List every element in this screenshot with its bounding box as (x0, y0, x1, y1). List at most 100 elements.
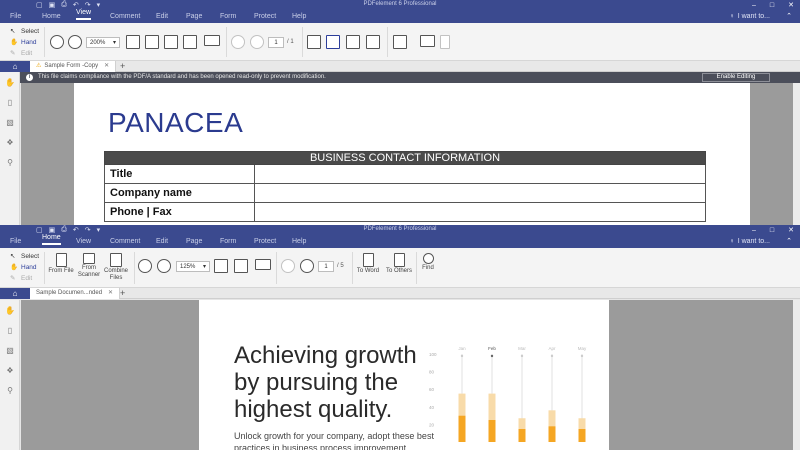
document-tab[interactable]: Sample Documen...nded ✕ (30, 288, 121, 299)
maximize-icon[interactable]: □ (770, 227, 774, 234)
next-page-button[interactable] (300, 259, 314, 273)
combine-files-button[interactable]: Combine Files (104, 253, 128, 282)
collapse-ribbon-icon[interactable]: ⌃ (786, 237, 792, 245)
menu-page[interactable]: Page (186, 238, 202, 248)
page-number-input[interactable]: 1 (268, 37, 284, 48)
menu-form[interactable]: Form (220, 13, 236, 23)
bookmark-panel-icon[interactable]: ▯ (0, 92, 20, 112)
zoom-in-icon (68, 35, 82, 49)
search-panel-icon[interactable]: ⚲ (0, 152, 20, 172)
edit-mode[interactable]: ✎ Edit (10, 273, 39, 283)
collapse-ribbon-icon[interactable]: ⌃ (786, 12, 792, 20)
convert-icon (393, 253, 405, 267)
select-mode[interactable]: ↖ Select (10, 251, 39, 261)
close-tab-icon[interactable]: ✕ (108, 290, 113, 296)
close-icon[interactable]: ✕ (788, 226, 794, 234)
vertical-scrollbar[interactable] (793, 300, 800, 450)
hand-mode[interactable]: ✋ Hand (10, 37, 39, 47)
search-hint[interactable]: I want to... (729, 238, 770, 245)
enable-editing-button[interactable]: Enable Editing (702, 73, 770, 82)
attachment-panel-icon[interactable]: ❖ (0, 360, 20, 380)
menu-help[interactable]: Help (292, 13, 306, 23)
search-hint[interactable]: I want to... (729, 13, 770, 20)
fit-width-button[interactable] (214, 259, 228, 273)
from-file-button[interactable]: From File (48, 253, 74, 275)
bookmark-button[interactable] (440, 35, 450, 49)
close-tab-icon[interactable]: ✕ (104, 63, 109, 69)
form-field[interactable] (254, 183, 706, 203)
new-tab-button[interactable]: + (120, 61, 125, 72)
close-icon[interactable]: ✕ (788, 1, 794, 9)
menu-comment[interactable]: Comment (110, 238, 140, 248)
edit-mode[interactable]: ✎ Edit (10, 48, 39, 58)
zoom-in-button[interactable] (68, 35, 82, 49)
bar-segment (548, 410, 556, 427)
fit-width-button[interactable] (164, 35, 178, 49)
search-panel-icon[interactable]: ⚲ (0, 380, 20, 400)
hand-mode[interactable]: ✋ Hand (10, 262, 39, 272)
menu-help[interactable]: Help (292, 238, 306, 248)
row-label: Phone | Fax (104, 202, 255, 222)
menu-file[interactable]: File (10, 13, 21, 23)
zoom-out-icon (138, 259, 152, 273)
vertical-scrollbar[interactable] (793, 83, 800, 225)
form-field[interactable] (254, 202, 706, 222)
attachment-panel-icon[interactable]: ❖ (0, 132, 20, 152)
bookmark-panel-icon[interactable]: ▯ (0, 320, 20, 340)
snapshot-button[interactable] (420, 35, 435, 47)
previous-page-button[interactable] (231, 35, 245, 49)
new-tab-button[interactable]: + (120, 288, 125, 299)
form-field[interactable] (254, 164, 706, 184)
select-tool-button[interactable] (234, 259, 248, 273)
full-screen-button[interactable] (204, 35, 220, 46)
previous-page-button[interactable] (281, 259, 295, 273)
scrolling-button[interactable] (326, 35, 340, 49)
comment-panel-icon[interactable]: ▧ (0, 112, 20, 132)
minimize-icon[interactable]: – (752, 2, 756, 9)
maximize-icon[interactable]: □ (770, 2, 774, 9)
actual-size-button[interactable] (126, 35, 140, 49)
document-canvas[interactable]: PANACEA BUSINESS CONTACT INFORMATION Tit… (21, 83, 800, 225)
to-others-button[interactable]: To Others (384, 253, 414, 275)
home-tab[interactable]: ⌂ (0, 61, 30, 72)
zoom-out-button[interactable] (50, 35, 64, 49)
comment-panel-icon[interactable]: ▧ (0, 340, 20, 360)
find-button[interactable]: Find (418, 253, 438, 272)
zoom-select[interactable]: 125% ▾ (176, 261, 210, 272)
next-page-button[interactable] (250, 35, 264, 49)
document-canvas[interactable]: Achieving growth by pursuing the highest… (21, 300, 800, 450)
fit-page-icon (145, 35, 159, 49)
menu-page[interactable]: Page (186, 13, 202, 23)
menu-home[interactable]: Home (42, 234, 61, 248)
menu-protect[interactable]: Protect (254, 238, 276, 248)
single-page-button[interactable] (307, 35, 321, 49)
select-mode[interactable]: ↖ Select (10, 26, 39, 36)
two-page-button[interactable] (346, 35, 360, 49)
zoom-in-button[interactable] (157, 259, 171, 273)
menu-edit[interactable]: Edit (156, 13, 168, 23)
minimize-icon[interactable]: – (752, 227, 756, 234)
menu-file[interactable]: File (10, 238, 21, 248)
hand-panel-icon[interactable]: ✋ (0, 300, 20, 320)
menu-view[interactable]: View (76, 9, 91, 23)
fit-page-button[interactable] (145, 35, 159, 49)
home-tab[interactable]: ⌂ (0, 288, 30, 299)
menu-protect[interactable]: Protect (254, 13, 276, 23)
to-word-button[interactable]: To Word (355, 253, 381, 275)
menu-comment[interactable]: Comment (110, 13, 140, 23)
page-number-input[interactable]: 1 (318, 261, 334, 272)
hand-panel-icon[interactable]: ✋ (0, 72, 20, 92)
full-screen-button[interactable] (255, 259, 271, 270)
menu-form[interactable]: Form (220, 238, 236, 248)
document-tab[interactable]: ⚠ Sample Form -Copy ✕ (30, 61, 117, 72)
from-scanner-button[interactable]: From Scanner (78, 253, 100, 279)
menu-edit[interactable]: Edit (156, 238, 168, 248)
fit-visible-button[interactable] (183, 35, 197, 49)
layout-button[interactable] (393, 35, 407, 49)
split-view-button[interactable] (366, 35, 380, 49)
menu-home[interactable]: Home (42, 13, 61, 23)
zoom-out-button[interactable] (138, 259, 152, 273)
menu-view[interactable]: View (76, 238, 91, 248)
zoom-select[interactable]: 200% ▾ (86, 37, 120, 48)
menu-bar: File Home View Comment Edit Page Form Pr… (0, 9, 800, 23)
